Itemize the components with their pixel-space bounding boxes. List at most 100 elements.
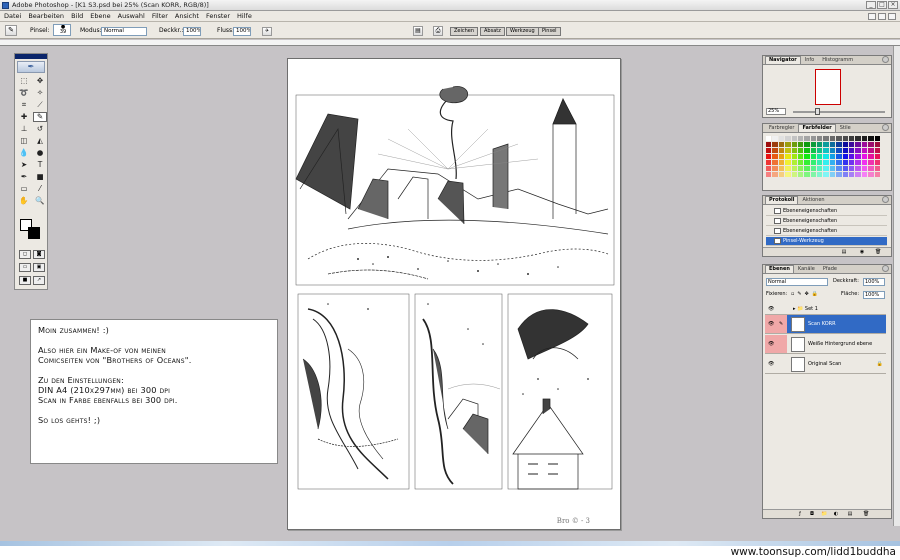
color-swatch[interactable] (823, 166, 829, 171)
doc-close-button[interactable] (888, 12, 896, 20)
mode-select[interactable]: Normal (101, 27, 147, 36)
eye-icon[interactable]: 👁 (768, 306, 774, 312)
color-swatch[interactable] (810, 142, 817, 147)
move-tool-icon[interactable]: ✥ (33, 76, 47, 86)
eye-icon[interactable]: 👁 (768, 361, 774, 367)
navigator-zoom-slider[interactable] (793, 108, 885, 115)
color-swatch[interactable] (817, 148, 823, 153)
menu-datei[interactable]: Datei (4, 12, 21, 20)
layer-set-row[interactable]: 👁 ▸ 📁 Set 1 (765, 303, 886, 315)
color-swatch[interactable] (791, 172, 797, 177)
color-swatch[interactable] (785, 148, 791, 153)
color-swatch[interactable] (823, 142, 829, 147)
color-swatch[interactable] (778, 166, 785, 171)
doc-restore-button[interactable] (878, 12, 886, 20)
tab-info[interactable]: Info (801, 56, 818, 64)
color-swatch[interactable] (829, 142, 836, 147)
tool-preset-picker[interactable]: ✎ (5, 25, 17, 36)
history-step[interactable]: Ebeneneigenschaften (766, 207, 887, 216)
color-swatch[interactable] (797, 142, 804, 147)
eye-icon[interactable]: 👁 (768, 341, 774, 347)
color-swatch[interactable] (766, 172, 772, 177)
brush-size-picker[interactable]: ● 39 (53, 24, 71, 36)
well-tab-pinsel[interactable]: Pinsel (538, 27, 561, 36)
swatch-grid[interactable] (766, 136, 880, 177)
menu-auswahl[interactable]: Auswahl (118, 12, 145, 20)
eyedropper-tool-icon[interactable]: ⁄ (33, 184, 47, 194)
history-brush-tool-icon[interactable]: ↺ (33, 124, 47, 134)
color-swatch[interactable] (868, 154, 874, 159)
tab-layers[interactable]: Ebenen (765, 265, 794, 273)
color-swatch[interactable] (861, 166, 868, 171)
color-swatch[interactable] (849, 154, 855, 159)
color-swatch[interactable] (810, 172, 817, 177)
color-swatch[interactable] (772, 172, 778, 177)
color-swatch[interactable] (829, 160, 836, 165)
layer-row[interactable]: 👁 Weiße Hintergrund ebene (765, 335, 886, 354)
toolbox-titlebar[interactable] (15, 54, 47, 59)
color-swatch[interactable] (766, 154, 772, 159)
color-swatch[interactable] (836, 166, 842, 171)
color-swatch[interactable] (855, 136, 861, 141)
color-swatch[interactable] (772, 154, 778, 159)
standard-mode-button[interactable]: ◻ (19, 250, 31, 259)
color-swatch[interactable] (810, 160, 817, 165)
layer-style-icon[interactable]: ƒ (797, 511, 803, 517)
color-swatch[interactable] (861, 148, 868, 153)
color-swatch[interactable] (829, 148, 836, 153)
quick-mask-button[interactable]: ◙ (33, 250, 45, 259)
color-swatch[interactable] (849, 142, 855, 147)
type-tool-icon[interactable]: T (33, 160, 47, 170)
screen-mode-full[interactable]: ▣ (33, 263, 45, 272)
eye-icon[interactable]: 👁 (768, 321, 774, 327)
history-step[interactable]: Ebeneneigenschaften (766, 227, 887, 236)
color-swatch[interactable] (791, 142, 797, 147)
color-swatch[interactable] (829, 136, 836, 141)
color-swatch[interactable] (874, 142, 880, 147)
color-swatch[interactable] (772, 148, 778, 153)
color-swatch[interactable] (829, 172, 836, 177)
color-swatch[interactable] (829, 166, 836, 171)
airbrush-toggle[interactable]: ✈ (262, 27, 272, 36)
color-swatch[interactable] (842, 166, 849, 171)
color-swatch[interactable] (804, 154, 810, 159)
color-swatch[interactable] (772, 142, 778, 147)
navigator-thumbnail[interactable] (815, 69, 841, 105)
color-swatch[interactable] (810, 166, 817, 171)
color-swatch[interactable] (817, 160, 823, 165)
palette-menu-icon[interactable] (882, 124, 889, 131)
clone-stamp-tool-icon[interactable]: ⊥ (17, 124, 31, 134)
color-swatch[interactable] (823, 172, 829, 177)
color-swatch[interactable] (861, 136, 868, 141)
color-swatch[interactable] (772, 160, 778, 165)
color-swatch[interactable] (810, 154, 817, 159)
color-swatch[interactable] (797, 172, 804, 177)
tab-histogram[interactable]: Histogramm (818, 56, 857, 64)
color-swatch[interactable] (849, 172, 855, 177)
tab-paths[interactable]: Pfade (819, 265, 841, 273)
fill-field[interactable]: 100% (863, 291, 885, 299)
paint-bucket-tool-icon[interactable]: ◭ (33, 136, 47, 146)
close-button[interactable]: × (888, 1, 898, 9)
color-swatch[interactable] (874, 172, 880, 177)
color-swatch[interactable] (849, 136, 855, 141)
lock-icons[interactable]: ▫✎✥🔒 (791, 291, 821, 300)
color-swatch[interactable] (868, 166, 874, 171)
print-button[interactable]: ⎙ (433, 26, 443, 36)
imageready-jump-button[interactable]: ↗ (33, 276, 45, 285)
color-swatch[interactable] (778, 160, 785, 165)
color-swatch[interactable] (861, 142, 868, 147)
color-swatch[interactable] (766, 166, 772, 171)
color-swatch[interactable] (804, 160, 810, 165)
feather-logo-icon[interactable]: ✒ (17, 61, 45, 73)
screen-mode-standard[interactable]: ▭ (19, 263, 31, 272)
hand-tool-icon[interactable]: ✋ (17, 196, 31, 206)
color-swatch[interactable] (817, 166, 823, 171)
healing-brush-tool-icon[interactable]: ✚ (17, 112, 31, 122)
shape-tool-icon[interactable]: ■ (33, 172, 47, 182)
brush-tool-icon[interactable]: ✎ (33, 112, 47, 122)
opacity-field[interactable]: 100% (183, 27, 201, 36)
color-swatch[interactable] (817, 142, 823, 147)
history-step[interactable]: Ebeneneigenschaften (766, 217, 887, 226)
color-swatch[interactable] (797, 160, 804, 165)
